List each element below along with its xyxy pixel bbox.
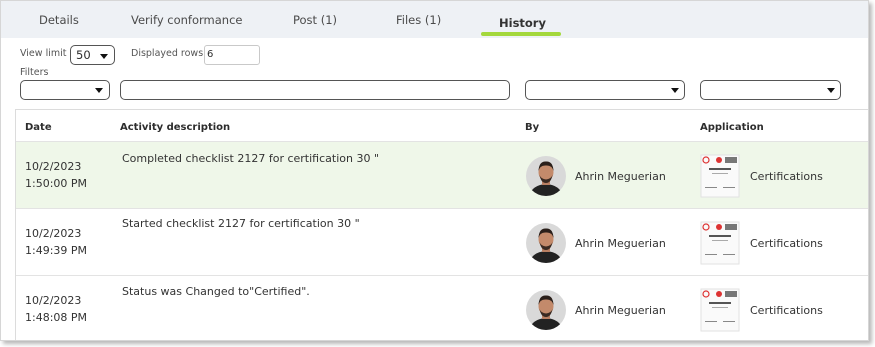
user-avatar-icon: [526, 290, 566, 330]
by-filter-select[interactable]: [525, 80, 685, 100]
user-avatar-icon: [526, 223, 566, 263]
tab-history[interactable]: History: [499, 16, 546, 30]
caret-down-icon: [827, 88, 835, 93]
row-activity: Status was Changed to"Certified".: [122, 285, 310, 298]
displayed-rows-value: 6: [207, 49, 214, 60]
caret-down-icon: [671, 88, 679, 93]
row-by: Ahrin Meguerian: [575, 237, 666, 250]
row-application: Certifications: [750, 304, 823, 317]
tab-files[interactable]: Files (1): [396, 13, 441, 27]
date-filter-select[interactable]: [20, 80, 110, 100]
row-by: Ahrin Meguerian: [575, 170, 666, 183]
column-header-activity[interactable]: Activity description: [120, 122, 230, 133]
application-filter-select[interactable]: [700, 80, 841, 100]
tab-post[interactable]: Post (1): [293, 13, 337, 27]
view-limit-value: 50: [76, 48, 91, 62]
certificate-thumbnail-icon: [700, 288, 740, 332]
tab-bar: Details Verify conformance Post (1) File…: [1, 1, 868, 38]
row-application: Certifications: [750, 170, 823, 183]
certificate-thumbnail-icon: [700, 154, 740, 198]
history-table: Date Activity description By Application…: [15, 109, 868, 340]
row-date: 10/2/2023: [25, 294, 82, 307]
tab-details[interactable]: Details: [39, 13, 79, 27]
column-header-by[interactable]: By: [525, 122, 539, 133]
table-row[interactable]: 10/2/2023 1:48:08 PM Status was Changed …: [16, 275, 868, 340]
table-row[interactable]: 10/2/2023 1:50:00 PM Completed checklist…: [16, 141, 868, 208]
column-header-application[interactable]: Application: [700, 122, 764, 133]
view-limit-select[interactable]: 50: [70, 45, 115, 65]
row-activity: Completed checklist 2127 for certificati…: [122, 152, 380, 165]
filters-label: Filters: [20, 67, 49, 78]
user-avatar-icon: [526, 156, 566, 196]
displayed-rows-label: Displayed rows: [131, 48, 204, 59]
row-time: 1:50:00 PM: [25, 177, 88, 190]
certificate-thumbnail-icon: [700, 221, 740, 265]
caret-down-icon: [100, 54, 108, 59]
displayed-rows-input[interactable]: 6: [204, 45, 260, 65]
row-time: 1:48:08 PM: [25, 311, 88, 324]
row-date: 10/2/2023: [25, 160, 82, 173]
row-time: 1:49:39 PM: [25, 244, 88, 257]
activity-filter-input[interactable]: [120, 80, 510, 100]
history-panel: Details Verify conformance Post (1) File…: [0, 0, 869, 341]
row-by: Ahrin Meguerian: [575, 304, 666, 317]
caret-down-icon: [95, 88, 103, 93]
row-date: 10/2/2023: [25, 227, 82, 240]
tab-verify-conformance[interactable]: Verify conformance: [131, 13, 242, 27]
column-header-date[interactable]: Date: [25, 122, 52, 133]
row-activity: Started checklist 2127 for certification…: [122, 217, 360, 230]
view-limit-label: View limit: [20, 48, 67, 59]
table-row[interactable]: 10/2/2023 1:49:39 PM Started checklist 2…: [16, 208, 868, 275]
row-application: Certifications: [750, 237, 823, 250]
active-tab-indicator: [481, 32, 561, 36]
